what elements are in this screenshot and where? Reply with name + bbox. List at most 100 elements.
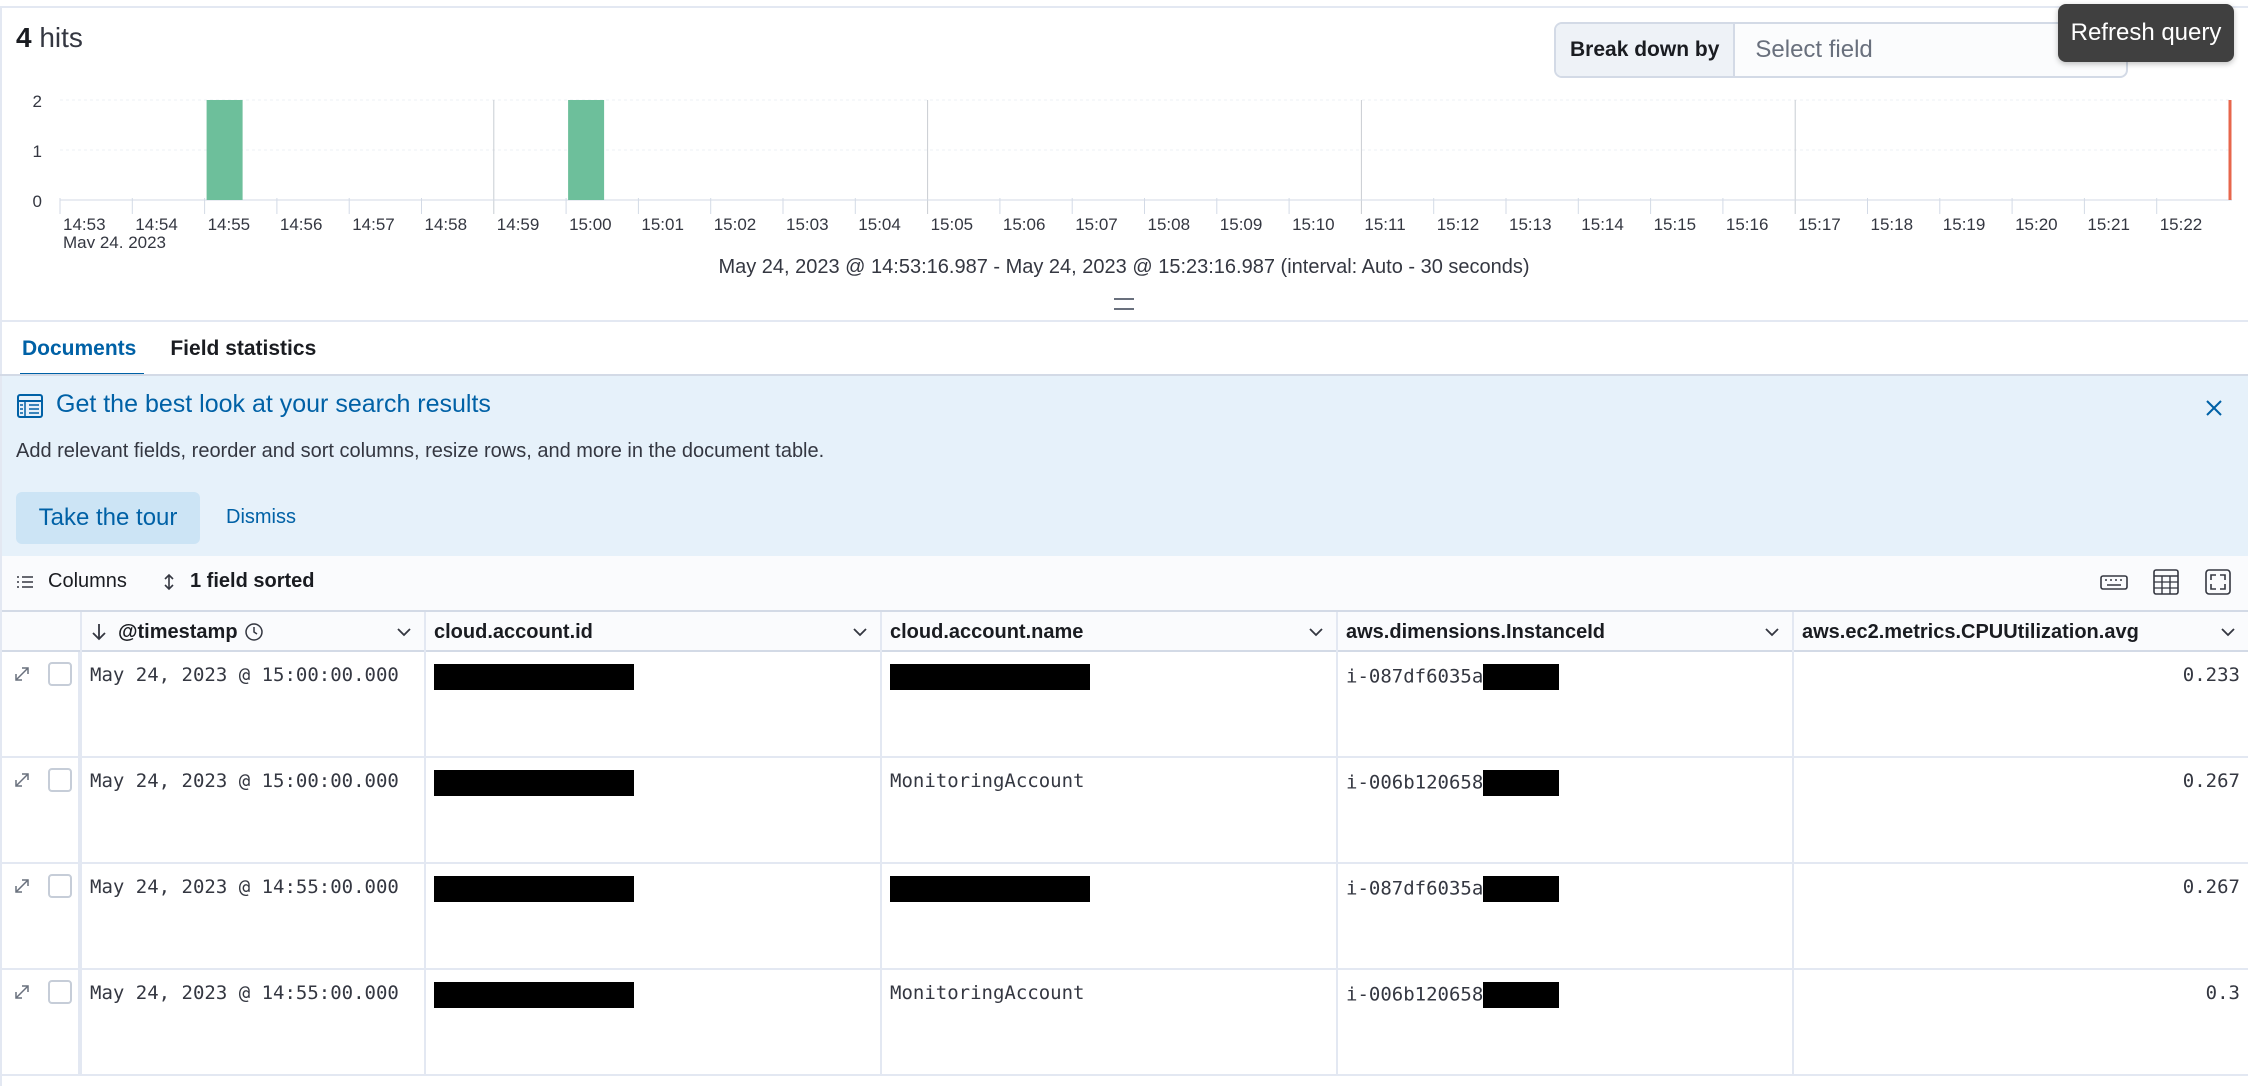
cell-account-name [880,864,1336,968]
cell-instance-id: i-087df6035a [1336,864,1792,968]
table-row[interactable]: May 24, 2023 @ 14:55:00.000 i-087df6035a… [2,864,2248,970]
chevron-down-icon[interactable] [1308,624,1324,640]
row-controls [2,758,80,862]
x-tick-label: 15:03 [786,215,829,234]
column-header-account-id[interactable]: cloud.account.id [424,612,880,652]
chevron-down-icon[interactable] [852,624,868,640]
columns-label: Columns [48,570,127,592]
take-tour-button[interactable]: Take the tour [16,492,200,544]
table-header: @timestamp cloud.account.id cloud.accoun… [2,610,2248,652]
x-tick-label: 15:21 [2087,215,2130,234]
expand-icon[interactable] [12,982,32,1002]
expand-icon[interactable] [12,770,32,790]
sort-button[interactable]: 1 field sorted [162,570,314,593]
x-tick-label: 15:14 [1581,215,1624,234]
column-header-instance-id[interactable]: aws.dimensions.InstanceId [1336,612,1792,652]
dismiss-button[interactable]: Dismiss [226,506,296,529]
instance-id-text: i-006b120658 [1346,983,1484,1006]
x-tick-label: 14:54 [135,215,178,234]
x-tick-label: 15:22 [2160,215,2203,234]
cell-instance-id: i-006b120658 [1336,970,1792,1074]
column-header-cpu-utilization[interactable]: aws.ec2.metrics.CPUUtilization.avg [1792,612,2248,652]
chevron-down-icon[interactable] [1764,624,1780,640]
time-range-text: May 24, 2023 @ 14:53:16.987 - May 24, 20… [718,256,1530,278]
cell-account-id [424,652,880,756]
row-checkbox[interactable] [48,980,72,1004]
x-tick-label: 15:04 [858,215,901,234]
column-label: aws.dimensions.InstanceId [1346,620,1605,643]
view-tabs: Documents Field statistics [20,322,318,376]
redaction-block [890,876,1090,902]
chevron-down-icon[interactable] [396,624,412,640]
redaction-block [1483,982,1560,1008]
expand-icon[interactable] [12,876,32,896]
x-tick-label: 14:55 [208,215,251,234]
cell-timestamp: May 24, 2023 @ 14:55:00.000 [80,970,424,1074]
cell-timestamp: May 24, 2023 @ 14:55:00.000 [80,864,424,968]
close-icon[interactable] [2202,396,2226,420]
histogram-bar [206,100,243,200]
document-table: @timestamp cloud.account.id cloud.accoun… [2,610,2248,1076]
cell-timestamp: May 24, 2023 @ 15:00:00.000 [80,652,424,756]
columns-button[interactable]: Columns [16,570,127,593]
redaction-block [434,664,634,690]
table-row[interactable]: May 24, 2023 @ 15:00:00.000 MonitoringAc… [2,758,2248,864]
resize-handle[interactable] [1114,298,1134,310]
cell-account-name: MonitoringAccount [880,970,1336,1074]
sort-descending-icon [92,624,106,641]
cell-account-name: MonitoringAccount [880,758,1336,862]
tab-documents[interactable]: Documents [20,322,145,376]
x-tick-label: 15:00 [569,215,612,234]
tab-field-statistics[interactable]: Field statistics [168,322,318,376]
fullscreen-icon[interactable] [2204,568,2232,596]
redaction-block [890,664,1090,690]
instance-id-text: i-006b120658 [1346,771,1484,794]
x-tick-label: 15:15 [1654,215,1697,234]
grid-toolbar: Columns 1 field sorted [2,556,2248,610]
sort-icon [164,573,174,590]
x-tick-label: 15:20 [2015,215,2058,234]
expand-icon[interactable] [12,664,32,684]
cell-instance-id: i-006b120658 [1336,758,1792,862]
callout-description: Add relevant fields, reorder and sort co… [16,440,825,462]
column-header-account-name[interactable]: cloud.account.name [880,612,1336,652]
hits-histogram[interactable]: 0 1 2 14:53 14:54 14:55 14:56 14:57 14:58 14:59 15… [0,88,2248,248]
row-controls [2,970,80,1074]
x-tick-label: 15:07 [1075,215,1118,234]
row-checkbox[interactable] [48,874,72,898]
row-controls [2,652,80,756]
row-checkbox[interactable] [48,768,72,792]
column-label: @timestamp [118,620,238,643]
refresh-query-tooltip: Refresh query [2058,4,2234,62]
row-checkbox[interactable] [48,662,72,686]
row-controls [2,864,80,968]
keyboard-icon[interactable] [2100,568,2128,596]
column-header-timestamp[interactable]: @timestamp [80,612,424,652]
column-label: aws.ec2.metrics.CPUUtilization.avg [1802,620,2139,643]
tour-callout: Get the best look at your search results… [2,376,2248,556]
redaction-block [434,770,634,796]
callout-title: Get the best look at your search results [56,390,491,418]
row-density-icon[interactable] [2152,568,2180,596]
x-tick-label: 15:09 [1220,215,1263,234]
table-row[interactable]: May 24, 2023 @ 15:00:00.000 i-087df6035a… [2,652,2248,758]
cell-cpu-utilization: 0.267 [1792,864,2248,968]
sorted-label: 1 field sorted [190,570,315,592]
x-tick-label: 14:58 [425,215,468,234]
breakdown-label: Break down by [1556,24,1736,76]
divider [0,320,2248,322]
instance-id-text: i-087df6035a [1346,877,1484,900]
x-tick-label: 14:59 [497,215,540,234]
chevron-down-icon[interactable] [2220,624,2236,640]
redaction-block [1483,770,1560,796]
x-tick-label: 15:08 [1148,215,1191,234]
instance-id-text: i-087df6035a [1346,665,1484,688]
toolbar-icons [2100,568,2232,596]
x-tick-label: 15:05 [931,215,974,234]
redaction-block [1483,876,1560,902]
x-tick-label: 15:13 [1509,215,1552,234]
table-row[interactable]: May 24, 2023 @ 14:55:00.000 MonitoringAc… [2,970,2248,1076]
breakdown-control[interactable]: Break down by Select field [1554,22,2128,78]
table-icon [17,394,43,418]
x-tick-label: 15:12 [1437,215,1480,234]
